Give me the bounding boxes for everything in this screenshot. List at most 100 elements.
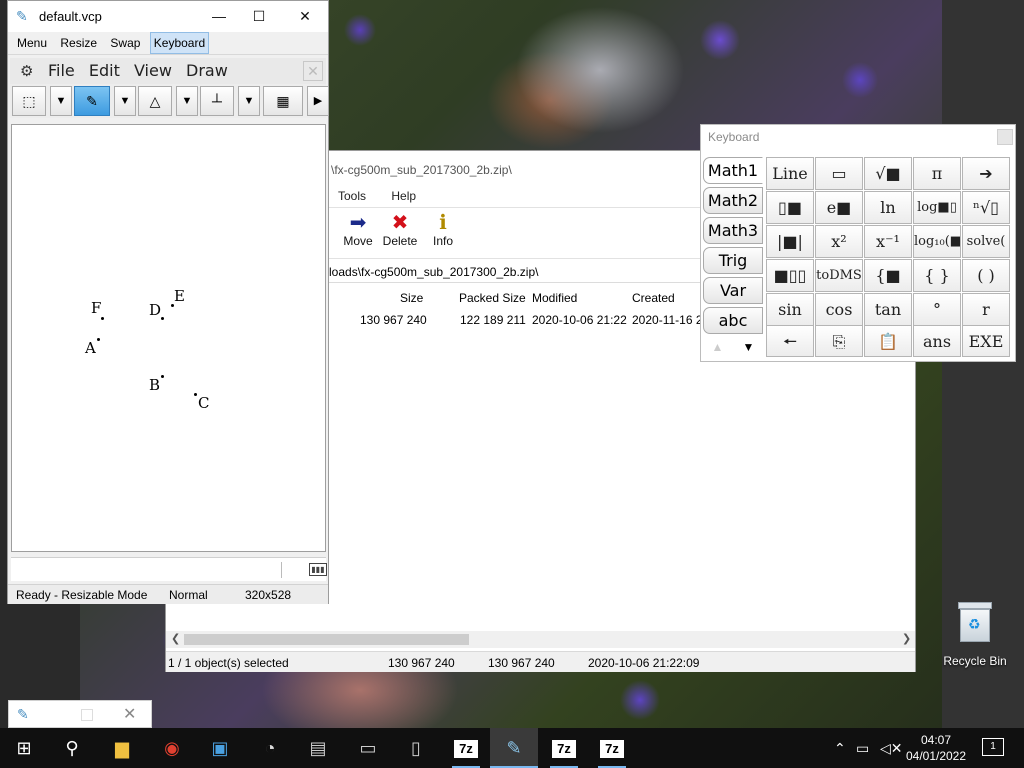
chevron-up-icon[interactable]: ⌃ <box>834 728 846 768</box>
key-power[interactable]: ▯■ <box>766 191 814 224</box>
search-button[interactable]: ⚲ <box>48 728 96 768</box>
pen-tool-icon[interactable]: ✎ <box>74 86 110 116</box>
key-ln[interactable]: ln <box>864 191 912 224</box>
menu-view[interactable]: View <box>134 61 172 80</box>
key-cos[interactable]: cos <box>815 293 863 326</box>
tab-math2[interactable]: Math2 <box>703 187 763 214</box>
menu-swap[interactable]: Swap <box>106 32 144 54</box>
tab-abc[interactable]: abc <box>703 307 763 334</box>
grid-tool-icon[interactable]: ▦ <box>263 86 303 116</box>
tab-var[interactable]: Var <box>703 277 763 304</box>
menu-help[interactable]: Help <box>391 189 416 203</box>
scroll-thumb[interactable] <box>184 634 469 645</box>
key-backspace-icon[interactable]: 🠔 <box>766 325 814 357</box>
recycle-bin[interactable]: ♻ Recycle Bin <box>940 600 1010 668</box>
key-line[interactable]: Line <box>766 157 814 190</box>
col-size[interactable]: Size <box>400 291 423 305</box>
tab-math3[interactable]: Math3 <box>703 217 763 244</box>
gear-icon[interactable]: ⚙ <box>20 62 33 80</box>
select-tool-icon[interactable]: ⬚ <box>12 86 46 116</box>
key-log-base[interactable]: log■▯ <box>913 191 961 224</box>
taskbar-file-explorer[interactable]: ▆ <box>98 728 146 768</box>
menu-menu[interactable]: Menu <box>13 32 51 54</box>
vcp-titlebar[interactable]: ✎ default.vcp — ☐ ✕ <box>8 1 328 32</box>
col-packed-size[interactable]: Packed Size <box>459 291 526 305</box>
menu-file[interactable]: File <box>48 61 75 80</box>
key-arrow[interactable]: ➔ <box>962 157 1010 190</box>
perpendicular-dropdown-icon[interactable]: ▼ <box>238 86 260 116</box>
key-matrix[interactable]: ■▯▯ <box>766 259 814 292</box>
key-pi[interactable]: π <box>913 157 961 190</box>
menu-edit[interactable]: Edit <box>89 61 120 80</box>
delete-button[interactable]: ✖ Delete <box>378 212 422 248</box>
taskbar-7zip-3[interactable]: 7z <box>588 728 636 768</box>
taskbar-calculator[interactable]: ▯ <box>392 728 440 768</box>
point-f[interactable] <box>101 317 104 320</box>
key-exe[interactable]: EXE <box>962 325 1010 357</box>
key-sin[interactable]: sin <box>766 293 814 326</box>
key-square[interactable]: x² <box>815 225 863 258</box>
taskbar-image-viewer[interactable]: ▤ <box>294 728 342 768</box>
point-a[interactable] <box>97 338 100 341</box>
taskbar-7zip-1[interactable]: 7z <box>442 728 490 768</box>
input-line[interactable]: ▮▮▮ <box>11 557 327 581</box>
taskbar-vcp[interactable]: ✎ <box>490 728 538 768</box>
taskbar-terminal[interactable]: ▭ <box>344 728 392 768</box>
col-modified[interactable]: Modified <box>532 291 577 305</box>
horizontal-scrollbar[interactable]: ❮ ❯ <box>166 631 915 648</box>
tab-math1[interactable]: Math1 <box>703 157 763 184</box>
point-b[interactable] <box>161 375 164 378</box>
info-button[interactable]: ℹ Info <box>421 212 465 248</box>
minimized-window[interactable]: ✎ ✕ <box>8 700 152 728</box>
key-parens[interactable]: ( ) <box>962 259 1010 292</box>
maximize-button[interactable]: ☐ <box>236 5 282 27</box>
minimized-restore-icon[interactable] <box>81 709 93 721</box>
pen-dropdown-icon[interactable]: ▼ <box>114 86 136 116</box>
key-log10[interactable]: log₁₀(■) <box>913 225 961 258</box>
key-radian[interactable]: r <box>962 293 1010 326</box>
key-fraction[interactable]: ▭ <box>815 157 863 190</box>
keyboard-close-button[interactable] <box>997 129 1013 145</box>
close-button[interactable]: ✕ <box>282 5 328 27</box>
key-tan[interactable]: tan <box>864 293 912 326</box>
taskbar-clock-app[interactable]: ◔ <box>246 728 294 768</box>
minimized-close-icon[interactable]: ✕ <box>123 704 136 724</box>
volume-muted-icon[interactable]: ◁✕ <box>880 728 903 768</box>
key-paste-icon[interactable]: 📋 <box>864 325 912 357</box>
key-piecewise[interactable]: {■ <box>864 259 912 292</box>
inner-close-icon[interactable]: ✕ <box>303 61 323 81</box>
scroll-left-icon[interactable]: ❮ <box>171 631 180 648</box>
scroll-up-icon[interactable]: ▲ <box>703 335 732 359</box>
point-d[interactable] <box>161 317 164 320</box>
keyboard-window[interactable]: Keyboard Math1 Math2 Math3 Trig Var abc … <box>700 124 1016 362</box>
key-abs[interactable]: |■| <box>766 225 814 258</box>
key-exp[interactable]: e■ <box>815 191 863 224</box>
menu-draw[interactable]: Draw <box>186 61 228 80</box>
point-c[interactable] <box>194 393 197 396</box>
col-created[interactable]: Created <box>632 291 675 305</box>
key-nth-root[interactable]: ⁿ√▯ <box>962 191 1010 224</box>
menu-resize[interactable]: Resize <box>56 32 101 54</box>
menu-keyboard[interactable]: Keyboard <box>149 32 210 54</box>
key-copy-icon[interactable]: ⎘ <box>815 325 863 357</box>
perpendicular-tool-icon[interactable]: ┴ <box>200 86 234 116</box>
tab-trig[interactable]: Trig <box>703 247 763 274</box>
key-degree[interactable]: ° <box>913 293 961 326</box>
start-button[interactable]: ⊞ <box>0 728 48 768</box>
taskbar-control-panel[interactable]: ▣ <box>196 728 244 768</box>
toolbar-more-icon[interactable]: ▶ <box>307 86 329 116</box>
menu-tools[interactable]: Tools <box>338 189 366 203</box>
key-braces[interactable]: { } <box>913 259 961 292</box>
scroll-down-icon[interactable]: ▼ <box>734 335 763 359</box>
geometry-canvas[interactable]: F D E A B C <box>11 124 326 552</box>
notification-icon[interactable]: 1 <box>982 738 1004 756</box>
key-todms[interactable]: toDMS <box>815 259 863 292</box>
network-icon[interactable]: ▭ <box>856 728 869 768</box>
triangle-tool-icon[interactable]: △ <box>138 86 172 116</box>
vcp-window[interactable]: ✎ default.vcp — ☐ ✕ Menu Resize Swap Key… <box>7 0 329 604</box>
key-solve[interactable]: solve( <box>962 225 1010 258</box>
scroll-right-icon[interactable]: ❯ <box>902 631 911 648</box>
system-clock[interactable]: 04:07 04/01/2022 <box>902 732 970 764</box>
triangle-dropdown-icon[interactable]: ▼ <box>176 86 198 116</box>
key-sqrt[interactable]: √■ <box>864 157 912 190</box>
